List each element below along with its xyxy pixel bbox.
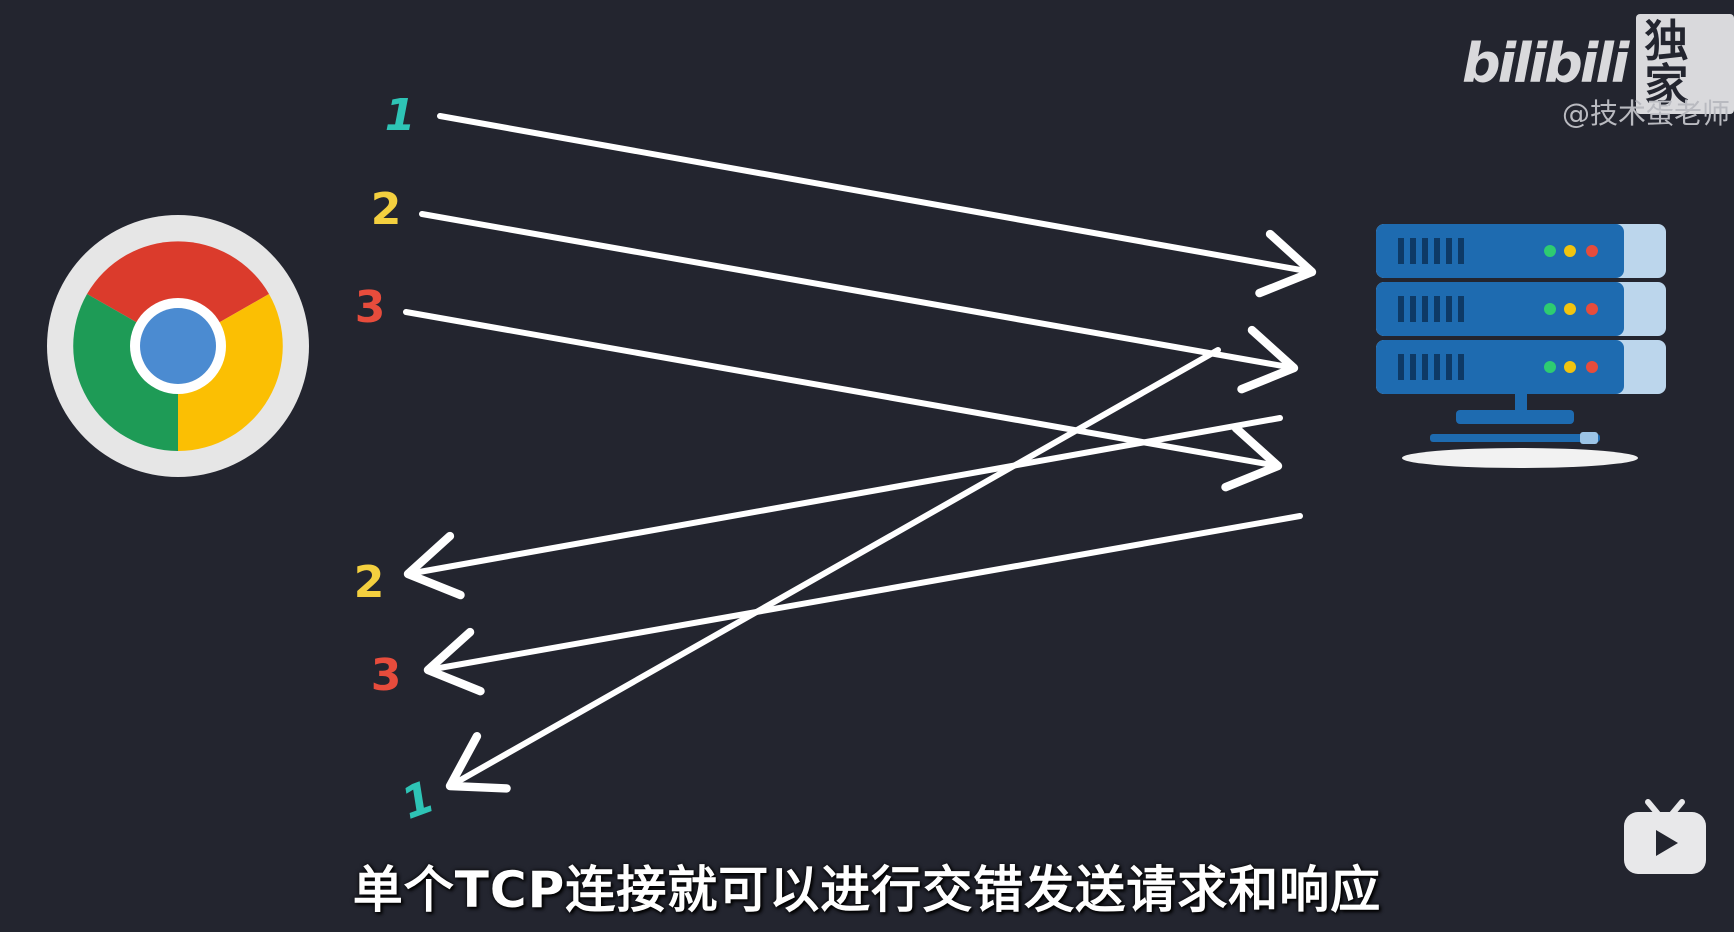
author-watermark: @技术蛋老师 [1561,97,1730,130]
chrome-browser-icon [47,215,309,477]
request-arrow-1 [437,113,1317,298]
request-label-2: 2 [371,184,402,235]
bilibili-tv-icon[interactable] [1620,796,1710,880]
response-label-1: 1 [395,771,441,829]
server-rack-icon [1376,224,1666,468]
bilibili-wordmark: bilibili [1462,32,1629,95]
request-label-3: 3 [355,282,386,333]
response-arrow-1 [445,347,1221,793]
response-label-3: 3 [371,650,402,701]
request-label-1: 1 [385,90,416,141]
diagram-canvas: 1 2 3 2 3 1 [47,90,1666,830]
response-arrow-2 [403,415,1283,600]
response-label-2: 2 [354,557,385,608]
response-arrow-3 [423,513,1303,696]
video-subtitle: 单个TCP连接就可以进行交错发送请求和响应 [352,861,1382,919]
request-arrow-2 [419,211,1299,394]
